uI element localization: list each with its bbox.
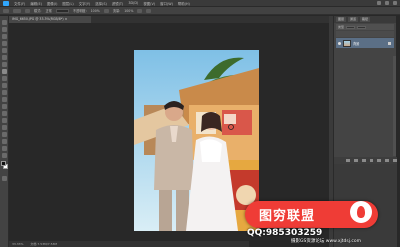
mask-icon[interactable] — [361, 159, 366, 162]
blend-mode-select[interactable] — [346, 25, 356, 29]
crop-icon[interactable] — [2, 48, 7, 53]
flow-label: 流量: — [112, 9, 121, 13]
eyedropper-icon[interactable] — [2, 55, 7, 60]
document-tab-bar: IMG_6650.JPG @ 33.3%(RGB/8*) × — [9, 16, 329, 23]
document-tab[interactable]: IMG_6650.JPG @ 33.3%(RGB/8*) × — [9, 16, 91, 23]
maximize-icon[interactable] — [385, 1, 389, 5]
move-icon[interactable] — [2, 20, 7, 25]
eraser-icon[interactable] — [2, 90, 7, 95]
mode-value[interactable]: 正常 — [45, 8, 51, 13]
menu-type[interactable]: 文字(Y) — [79, 1, 91, 6]
minimize-icon[interactable] — [377, 1, 381, 5]
lock-icon — [388, 41, 391, 45]
window-controls — [377, 1, 397, 5]
status-bar: 33.33% 文档:7.53M/7.53M — [9, 241, 249, 247]
adjustment-icon[interactable] — [369, 159, 374, 162]
menu-layer[interactable]: 图层(L) — [62, 1, 73, 6]
wedding-photo — [134, 50, 259, 231]
lock-options-bar — [336, 31, 394, 37]
quick-mask-icon[interactable] — [2, 176, 7, 181]
layers-panel-footer — [334, 157, 398, 164]
lasso-icon[interactable] — [2, 34, 7, 39]
menu-edit[interactable]: 编辑(E) — [30, 1, 42, 6]
tab-channels[interactable]: 通道 — [348, 17, 359, 22]
layer-filter-bar: 类型 — [336, 24, 394, 30]
airbrush-toggle[interactable] — [137, 8, 143, 13]
photoshop-window: 文件(F) 编辑(E) 图像(I) 图层(L) 文字(Y) 选择(S) 滤镜(T… — [0, 0, 400, 247]
folder-icon[interactable] — [377, 159, 382, 162]
menu-window[interactable]: 窗口(W) — [160, 1, 173, 6]
menu-file[interactable]: 文件(F) — [14, 1, 25, 6]
tab-paths[interactable]: 路径 — [360, 17, 371, 22]
watermark-site: 摄影GS资源论坛 www.xjtdsj.com — [291, 239, 362, 244]
tab-layers[interactable]: 图层 — [336, 17, 347, 22]
shape-icon[interactable] — [2, 139, 7, 144]
gradient-icon[interactable] — [2, 97, 7, 102]
options-bar: 模式: 正常 不透明度: 100% 流量: 100% — [0, 7, 400, 15]
menu-select[interactable]: 选择(S) — [95, 1, 107, 6]
brush-panel-toggle[interactable] — [25, 8, 30, 13]
opacity-field[interactable] — [357, 25, 367, 29]
path-select-icon[interactable] — [2, 132, 7, 137]
text-icon[interactable] — [2, 125, 7, 130]
menu-bar: 文件(F) 编辑(E) 图像(I) 图层(L) 文字(Y) 选择(S) 滤镜(T… — [0, 0, 400, 7]
panel-scrollbar[interactable] — [393, 56, 396, 156]
fx-icon[interactable] — [353, 159, 358, 162]
blur-icon[interactable] — [2, 104, 7, 109]
brush-icon[interactable] — [3, 8, 9, 13]
panel-tabs: 图层 通道 路径 — [334, 16, 396, 23]
opacity-value[interactable]: 100% — [91, 9, 100, 13]
menu-3d[interactable]: 3D(D) — [128, 1, 138, 5]
menu-help[interactable]: 帮助(H) — [178, 1, 190, 6]
photo-illustration — [134, 50, 259, 231]
menu-view[interactable]: 视图(V) — [143, 1, 155, 6]
brush-tool-icon[interactable] — [2, 69, 7, 74]
pressure-size-toggle[interactable] — [146, 8, 152, 13]
link-layers-icon[interactable] — [346, 159, 350, 162]
dodge-icon[interactable] — [2, 111, 7, 116]
layer-row-background[interactable]: 背景 — [336, 38, 394, 48]
mode-label: 模式: — [34, 9, 42, 13]
watermark-qq: QQ:985303259 — [247, 228, 323, 238]
zoom-readout[interactable]: 33.33% — [12, 242, 23, 246]
flame-logo-icon — [357, 206, 365, 218]
kind-filter-label[interactable]: 类型 — [338, 25, 344, 29]
quick-select-icon[interactable] — [2, 41, 7, 46]
mode-select[interactable] — [55, 8, 69, 13]
new-layer-icon[interactable] — [385, 159, 390, 162]
trash-icon[interactable] — [393, 159, 398, 162]
layer-thumbnail — [343, 39, 351, 47]
foreground-color-swatch[interactable] — [1, 161, 6, 166]
tools-panel — [0, 16, 9, 247]
close-icon[interactable] — [393, 1, 397, 5]
layer-name: 背景 — [353, 41, 360, 46]
zoom-icon[interactable] — [2, 153, 7, 158]
watermark-overlay: 图穷联盟 QQ:985303259 摄影GS资源论坛 www.xjtdsj.co… — [243, 198, 399, 246]
menu-image[interactable]: 图像(I) — [47, 1, 57, 6]
brush-size-picker[interactable] — [13, 8, 21, 13]
marquee-icon[interactable] — [2, 27, 7, 32]
opacity-label: 不透明度: — [72, 9, 87, 13]
pressure-opacity-toggle[interactable] — [103, 8, 109, 13]
photoshop-logo-icon — [3, 0, 9, 6]
hand-icon[interactable] — [2, 146, 7, 151]
flow-value[interactable]: 100% — [124, 9, 133, 13]
healing-brush-icon[interactable] — [2, 62, 7, 67]
history-brush-icon[interactable] — [2, 83, 7, 88]
watermark-title: 图穷联盟 — [259, 209, 316, 224]
eye-icon[interactable] — [338, 41, 341, 45]
menu-filter[interactable]: 滤镜(T) — [112, 1, 124, 6]
clone-stamp-icon[interactable] — [2, 76, 7, 81]
pen-icon[interactable] — [2, 118, 7, 123]
doc-size-readout: 文档:7.53M/7.53M — [30, 242, 57, 246]
